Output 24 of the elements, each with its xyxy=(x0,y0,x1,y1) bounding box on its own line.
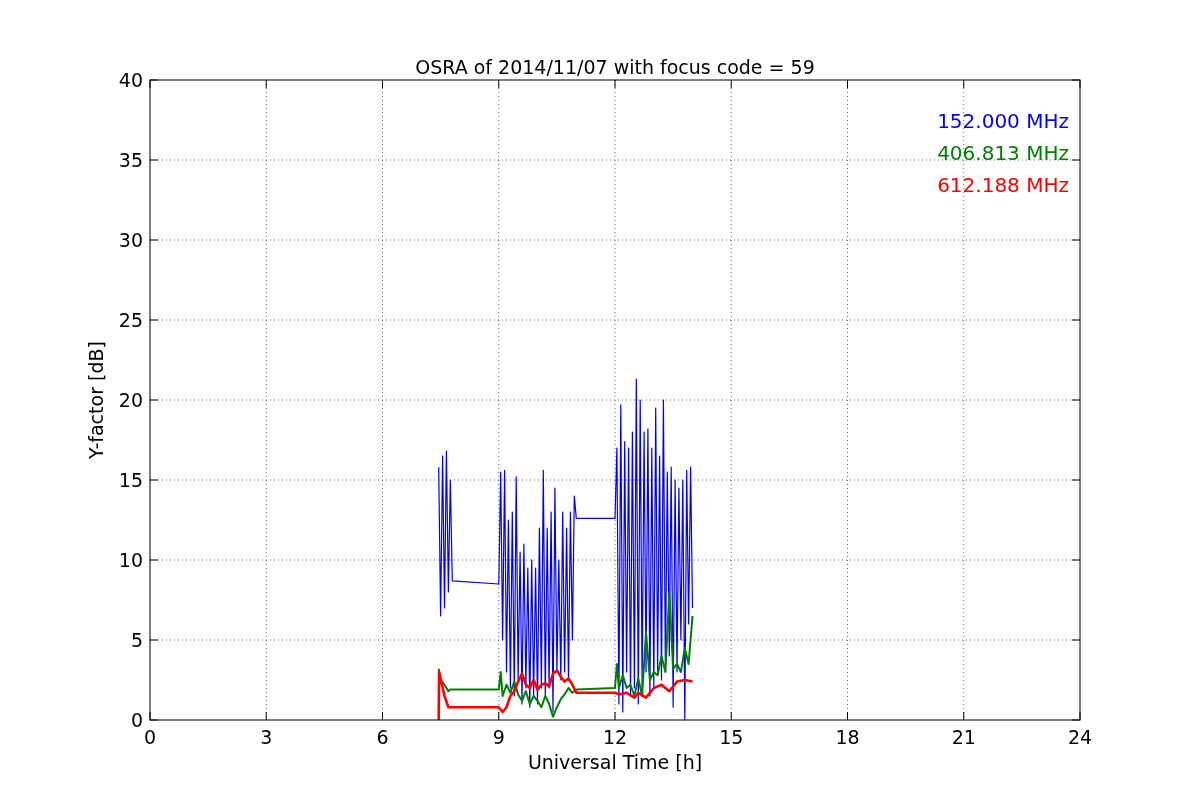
y-tick-label: 15 xyxy=(118,469,143,491)
y-tick-label: 40 xyxy=(118,69,143,91)
chart-title: OSRA of 2014/11/07 with focus code = 59 xyxy=(415,56,815,78)
y-tick-label: 25 xyxy=(118,309,143,331)
x-tick-label: 21 xyxy=(951,726,976,748)
x-tick-label: 12 xyxy=(602,726,628,748)
y-tick-label: 35 xyxy=(118,149,143,171)
x-tick-label: 3 xyxy=(260,726,273,748)
y-tick-label: 20 xyxy=(118,389,143,411)
legend-label: 612.188 MHz xyxy=(937,173,1069,197)
y-tick-label: 0 xyxy=(130,709,143,731)
x-tick-label: 15 xyxy=(719,726,744,748)
x-tick-label: 0 xyxy=(143,726,157,748)
x-axis-label: Universal Time [h] xyxy=(527,751,703,773)
y-tick-label: 30 xyxy=(118,229,143,251)
y-tick-label: 5 xyxy=(130,629,143,651)
x-tick-label: 24 xyxy=(1067,726,1093,748)
y-axis-label: Y-factor [dB] xyxy=(85,341,107,459)
x-tick-label: 18 xyxy=(835,726,860,748)
legend-label: 152.000 MHz xyxy=(937,109,1069,133)
y-tick-label: 10 xyxy=(118,549,143,571)
legend-label: 406.813 MHz xyxy=(937,141,1069,165)
x-tick-label: 9 xyxy=(492,726,505,748)
x-tick-label: 6 xyxy=(376,726,389,748)
